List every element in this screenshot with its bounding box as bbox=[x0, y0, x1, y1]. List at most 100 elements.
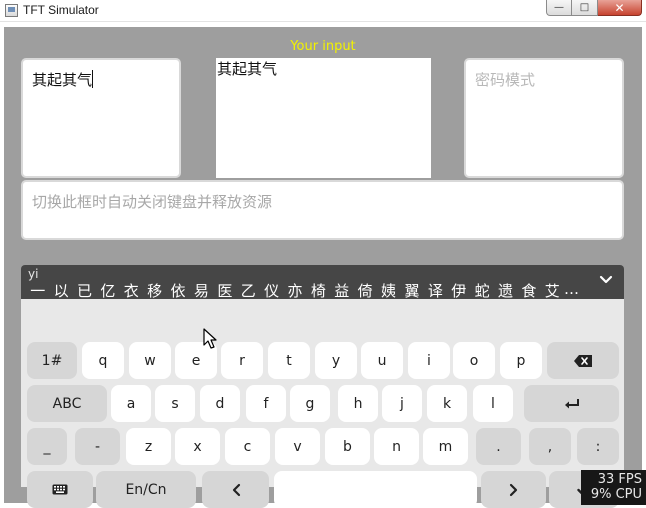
password-textarea[interactable]: 密码模式 bbox=[464, 58, 624, 178]
key-label: m bbox=[438, 438, 453, 455]
key-space[interactable] bbox=[274, 471, 477, 508]
key-label: t bbox=[286, 352, 292, 369]
key-r[interactable]: r bbox=[221, 342, 263, 379]
window-title: TFT Simulator bbox=[23, 3, 99, 17]
key-m[interactable]: m bbox=[423, 428, 468, 465]
auto-close-textarea[interactable]: 切换此框时自动关闭键盘并释放资源 bbox=[21, 180, 624, 240]
candidate-item[interactable]: 一 bbox=[26, 280, 49, 301]
key-t[interactable]: t bbox=[268, 342, 310, 379]
close-button[interactable]: ✕ bbox=[598, 0, 642, 16]
key-label: f bbox=[263, 395, 269, 412]
key-p[interactable]: p bbox=[500, 342, 542, 379]
candidate-item[interactable]: 译 bbox=[424, 280, 447, 301]
candidate-item[interactable]: 遗 bbox=[494, 280, 517, 301]
candidate-item[interactable]: 已 bbox=[73, 280, 96, 301]
fps-readout: 33 FPS bbox=[597, 472, 642, 487]
backspace-key[interactable] bbox=[547, 342, 619, 379]
key-label: j bbox=[400, 395, 404, 412]
candidate-item[interactable]: 姨 bbox=[377, 280, 400, 301]
candidate-list: 一以已亿衣移依易医乙仪亦椅益倚姨翼译伊蛇遗食艾… bbox=[26, 280, 588, 301]
candidate-item[interactable]: 乙 bbox=[237, 280, 260, 301]
candidate-item[interactable]: 伊 bbox=[447, 280, 470, 301]
key-a[interactable]: a bbox=[111, 385, 151, 422]
mouse-pointer-icon bbox=[203, 328, 217, 349]
key-u[interactable]: u bbox=[361, 342, 403, 379]
candidate-item[interactable]: 易 bbox=[190, 280, 213, 301]
key-comma[interactable]: , bbox=[529, 428, 571, 465]
candidate-item[interactable]: 移 bbox=[143, 280, 166, 301]
candidate-item[interactable]: 椅 bbox=[307, 280, 330, 301]
candidate-item[interactable]: 衣 bbox=[120, 280, 143, 301]
key-i[interactable]: i bbox=[408, 342, 450, 379]
candidate-item[interactable]: 亿 bbox=[96, 280, 119, 301]
password-placeholder: 密码模式 bbox=[475, 71, 536, 89]
key-period[interactable]: . bbox=[476, 428, 521, 465]
key-f[interactable]: f bbox=[246, 385, 286, 422]
key-right[interactable] bbox=[481, 471, 546, 508]
key-o[interactable]: o bbox=[453, 342, 495, 379]
window-titlebar: TFT Simulator — □ ✕ bbox=[0, 0, 646, 22]
key-label: c bbox=[243, 438, 252, 455]
key-left[interactable] bbox=[202, 471, 269, 508]
keyboard-toggle-key[interactable] bbox=[27, 471, 93, 508]
candidate-item[interactable]: 蛇 bbox=[470, 280, 493, 301]
key-underscore[interactable]: _ bbox=[27, 428, 67, 465]
key-z[interactable]: z bbox=[126, 428, 171, 465]
key-label: _ bbox=[43, 438, 51, 455]
key-label: e bbox=[191, 352, 201, 369]
key-label: v bbox=[293, 438, 302, 455]
candidate-overflow-hint: … bbox=[563, 280, 579, 298]
key-lang-switch[interactable]: En/Cn bbox=[96, 471, 196, 508]
key-label: q bbox=[98, 352, 108, 369]
key-label: , bbox=[547, 438, 553, 455]
candidate-item[interactable]: 倚 bbox=[353, 280, 376, 301]
enter-icon bbox=[564, 398, 580, 410]
key-g[interactable]: g bbox=[290, 385, 330, 422]
key-label: y bbox=[331, 352, 341, 369]
your-input-label: Your input bbox=[290, 39, 356, 54]
enter-key[interactable] bbox=[524, 385, 619, 422]
key-j[interactable]: j bbox=[382, 385, 422, 422]
key-label: g bbox=[305, 395, 315, 412]
key-w[interactable]: w bbox=[129, 342, 171, 379]
candidate-item[interactable]: 仪 bbox=[260, 280, 283, 301]
textarea-mirror[interactable]: 其起其气 bbox=[216, 58, 431, 178]
candidate-item[interactable]: 艾 bbox=[541, 280, 564, 301]
textarea-one-line[interactable]: 其起其气 bbox=[21, 58, 181, 178]
keyboard-icon bbox=[52, 484, 68, 495]
key-label: n bbox=[392, 438, 401, 455]
chevron-down-icon[interactable] bbox=[598, 273, 614, 287]
maximize-button[interactable]: □ bbox=[572, 0, 598, 16]
key-n[interactable]: n bbox=[374, 428, 419, 465]
cpu-readout: 9% CPU bbox=[590, 487, 642, 502]
candidate-item[interactable]: 翼 bbox=[400, 280, 423, 301]
key-label: . bbox=[496, 438, 501, 455]
key-b[interactable]: b bbox=[325, 428, 370, 465]
key-q[interactable]: q bbox=[82, 342, 124, 379]
key-colon[interactable]: : bbox=[577, 428, 619, 465]
key-h[interactable]: h bbox=[338, 385, 378, 422]
key-x[interactable]: x bbox=[175, 428, 220, 465]
key-dash[interactable]: - bbox=[75, 428, 120, 465]
key-abc[interactable]: ABC bbox=[27, 385, 107, 422]
candidate-item[interactable]: 以 bbox=[49, 280, 72, 301]
key-s[interactable]: s bbox=[155, 385, 195, 422]
candidate-item[interactable]: 医 bbox=[213, 280, 236, 301]
candidate-item[interactable]: 依 bbox=[166, 280, 189, 301]
candidate-item[interactable]: 亦 bbox=[283, 280, 306, 301]
key-label: u bbox=[377, 352, 387, 369]
candidate-item[interactable]: 食 bbox=[517, 280, 540, 301]
perf-monitor: 33 FPS 9% CPU bbox=[581, 470, 646, 505]
app-icon bbox=[5, 4, 18, 17]
text-cursor bbox=[92, 70, 94, 88]
key-symbols[interactable]: 1# bbox=[27, 342, 77, 379]
key-k[interactable]: k bbox=[427, 385, 467, 422]
minimize-button[interactable]: — bbox=[546, 0, 572, 16]
key-d[interactable]: d bbox=[200, 385, 240, 422]
auto-close-placeholder: 切换此框时自动关闭键盘并释放资源 bbox=[32, 193, 273, 211]
candidate-item[interactable]: 益 bbox=[330, 280, 353, 301]
key-v[interactable]: v bbox=[275, 428, 320, 465]
key-l[interactable]: l bbox=[473, 385, 513, 422]
key-c[interactable]: c bbox=[225, 428, 270, 465]
key-y[interactable]: y bbox=[315, 342, 357, 379]
